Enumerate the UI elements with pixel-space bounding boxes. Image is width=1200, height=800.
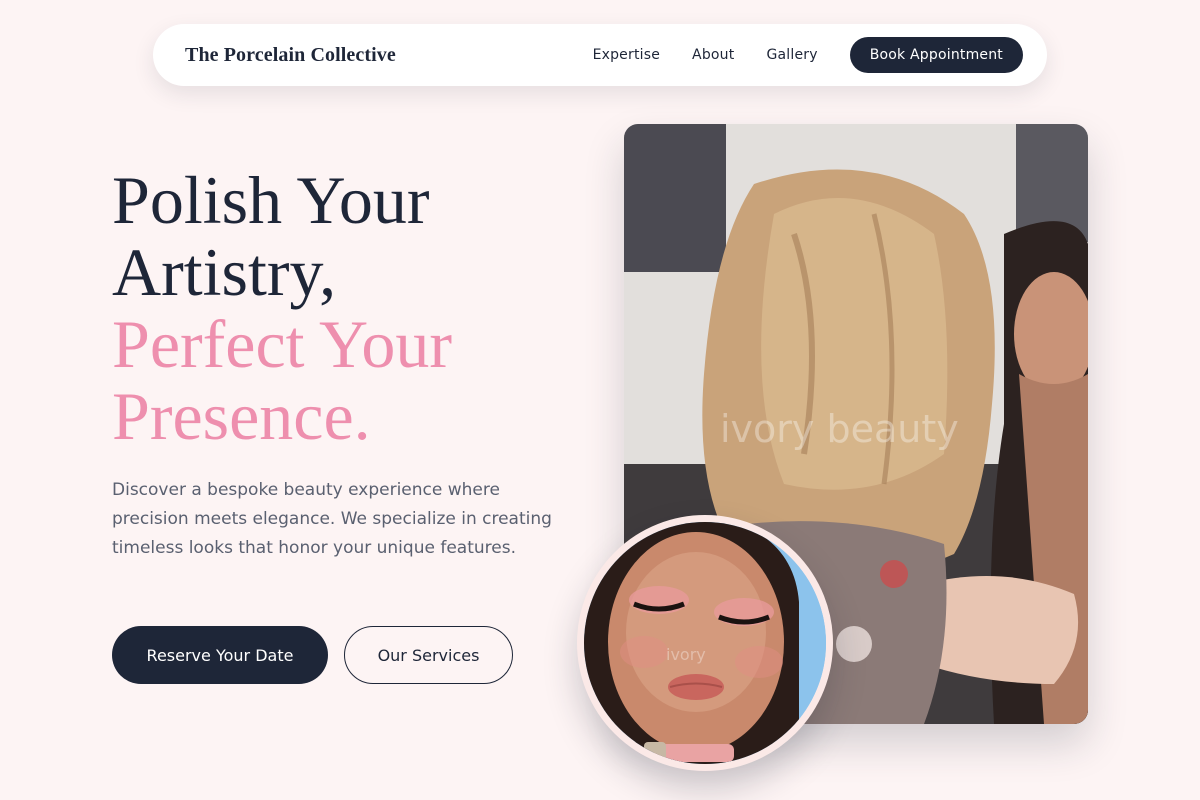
top-navigation: The Porcelain Collective Expertise About… xyxy=(153,24,1047,86)
round-photo-watermark: ivory xyxy=(666,645,706,664)
headline-accent-line-2: Presence. xyxy=(112,378,371,454)
headline-accent-line-1: Perfect Your xyxy=(112,306,452,382)
closeup-round-photo: ivory xyxy=(577,515,833,771)
hero-description: Discover a bespoke beauty experience whe… xyxy=(112,480,552,558)
main-photo-watermark: ivory beauty xyxy=(720,407,959,451)
headline-line-1: Polish Your xyxy=(112,162,430,238)
brand-logo[interactable]: The Porcelain Collective xyxy=(185,44,396,67)
nav-link-about[interactable]: About xyxy=(692,47,734,63)
headline-line-2: Artistry, xyxy=(112,234,337,310)
hero-headline: Polish Your Artistry, Perfect Your Prese… xyxy=(112,164,582,452)
nav-link-expertise[interactable]: Expertise xyxy=(593,47,660,63)
nav-links: Expertise About Gallery Book Appointment xyxy=(593,37,1023,73)
nav-link-gallery[interactable]: Gallery xyxy=(766,47,817,63)
book-appointment-button[interactable]: Book Appointment xyxy=(849,37,1023,73)
our-services-button[interactable]: Our Services xyxy=(344,626,513,684)
round-photo-illustration: ivory xyxy=(584,522,826,764)
reserve-date-button[interactable]: Reserve Your Date xyxy=(112,626,328,684)
